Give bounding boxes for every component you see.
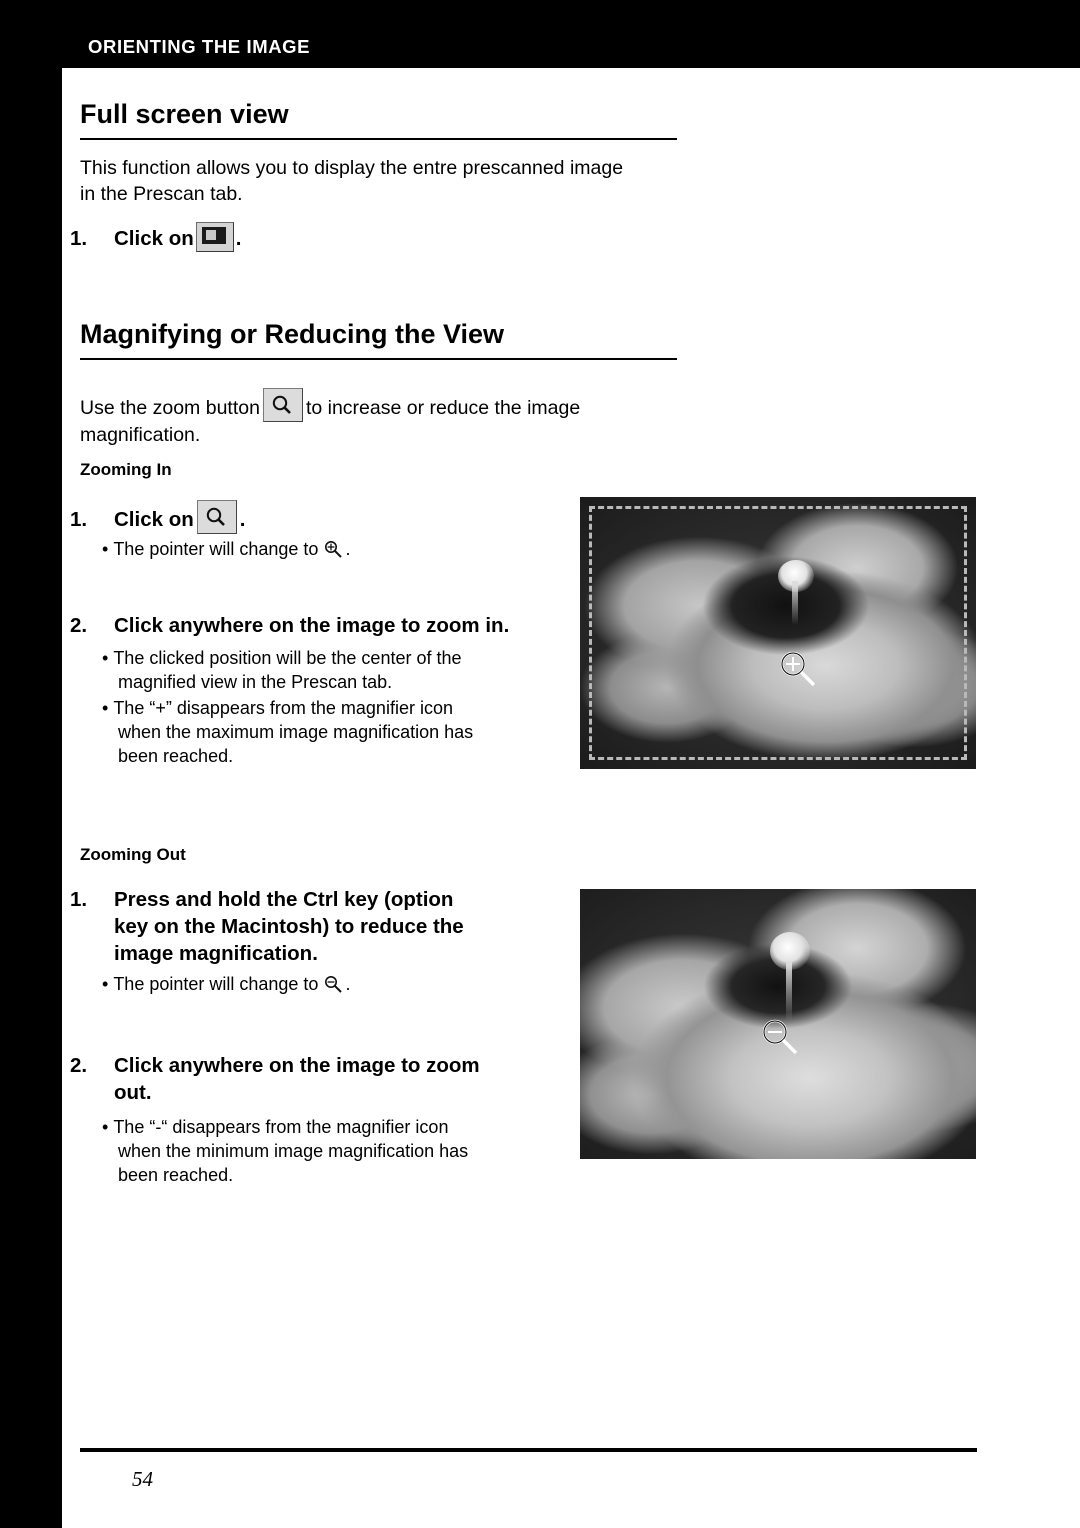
fullscreen-button-icon[interactable] — [195, 222, 234, 252]
zooming-in-bullet-1: • The clicked position will be the cente… — [102, 647, 570, 695]
zoom-in-photo-image — [580, 497, 976, 769]
magnifying-intro: Use the zoom button to increase or reduce… — [80, 388, 780, 448]
page-spine-bar — [0, 0, 62, 1528]
prescan-selection-marquee — [589, 506, 967, 760]
zooming-in-bullet-period: . — [345, 539, 351, 559]
bullet-dot: • — [102, 539, 114, 559]
heading-rule — [80, 137, 677, 141]
zooming-in-step-2-number: 2. — [70, 614, 88, 637]
zoom-button-icon-2[interactable] — [196, 500, 237, 534]
full-screen-intro: This function allows you to display the … — [80, 155, 720, 208]
zooming-out-step-1: 1. Press and hold the Ctrl key (option ke… — [70, 886, 560, 997]
zooming-in-step-1-bullet: • The pointer will change to . — [102, 538, 550, 562]
full-screen-step-1-label: Click on — [114, 227, 194, 250]
zooming-out-step-2: 2. Click anywhere on the image to zoom ou… — [70, 1052, 570, 1188]
magnifying-intro-line2: magnification. — [80, 424, 201, 446]
zooming-out-bullet-text: The pointer will change to — [113, 974, 319, 995]
full-screen-step-1-period: . — [235, 227, 242, 250]
zooming-out-step-2-text1: Click anywhere on the image to zoom — [114, 1054, 480, 1077]
zoom-out-photo-image — [580, 889, 976, 1159]
flower-stalk-2 — [785, 961, 793, 1022]
zooming-in-step-1: 1. Click on. • The pointer will change to… — [70, 500, 550, 562]
bullet-dot-5: • — [102, 1117, 114, 1138]
zooming-in-bullet-2-line1: The “+” disappears from the magnifier ic… — [113, 697, 453, 718]
zoom-in-figure — [580, 497, 976, 769]
zooming-in-bullet-2: • The “+” disappears from the magnifier … — [102, 697, 570, 769]
zooming-out-step-2-line2: out. — [114, 1081, 152, 1105]
zooming-in-bullet-1-line1: The clicked position will be the center … — [113, 648, 462, 669]
section-magnifying: Magnifying or Reducing the View — [80, 319, 980, 361]
full-screen-intro-line2: in the Prescan tab. — [80, 183, 243, 206]
zooming-in-bullet-2-line3: been reached. — [118, 745, 234, 766]
zoom-out-figure — [580, 889, 976, 1159]
zooming-out-bullet-1-line2: when the minimum image magnification has — [118, 1141, 469, 1162]
magnifier-minus-cursor-overlay-icon — [758, 1015, 804, 1061]
zooming-out-step-1-text1: Press and hold the Ctrl key (option — [114, 888, 454, 911]
heading-rule-2 — [80, 357, 677, 361]
manual-page: ORIENTING THE IMAGE Full screen view Thi… — [0, 0, 1080, 1528]
full-screen-intro-line1: This function allows you to display the … — [80, 157, 624, 179]
zooming-out-bullet-1: • The “-“ disappears from the magnifier … — [102, 1116, 570, 1188]
full-screen-view-heading: Full screen view — [80, 99, 289, 129]
zooming-in-step-2: 2. Click anywhere on the image to zoom in… — [70, 612, 570, 769]
magnifying-intro-before: Use the zoom button — [80, 397, 260, 419]
zooming-in-step-1-label: Click on — [114, 508, 194, 531]
footer-rule — [80, 1448, 977, 1452]
full-screen-step-1: 1. Click on. — [70, 222, 241, 252]
zooming-in-step-2-label: Click anywhere on the image to zoom in. — [114, 614, 510, 637]
zooming-out-subhead: Zooming Out — [80, 845, 186, 864]
zooming-in-step-1-number: 1. — [70, 508, 88, 531]
magnifier-plus-cursor-icon — [323, 539, 345, 559]
zooming-in-bullet-1-line2: magnified view in the Prescan tab. — [118, 671, 393, 692]
magnifying-intro-after: to increase or reduce the image — [305, 397, 581, 419]
zooming-out-step-1-line2: key on the Macintosh) to reduce the — [114, 915, 464, 939]
zooming-in-bullet-text: The pointer will change to — [113, 539, 319, 559]
zooming-in-subhead: Zooming In — [80, 460, 172, 479]
section-full-screen-view: Full screen view — [80, 99, 980, 141]
zooming-out-step-2-number: 2. — [70, 1054, 88, 1077]
zooming-out-step-1-bullet: • The pointer will change to . — [102, 973, 560, 997]
bullet-dot-2: • — [102, 648, 114, 669]
full-screen-step-1-number: 1. — [70, 227, 88, 250]
magnifier-minus-cursor-icon — [323, 974, 345, 994]
page-number: 54 — [132, 1467, 153, 1491]
magnifying-heading: Magnifying or Reducing the View — [80, 319, 505, 349]
bullet-dot-4: • — [102, 974, 114, 995]
zoom-button-icon[interactable] — [262, 388, 303, 422]
zooming-out-bullet-period: . — [345, 974, 351, 995]
zooming-out-step-2-line1: 2. Click anywhere on the image to zoom — [70, 1052, 570, 1079]
zooming-in-bullet-2-line2: when the maximum image magnification has — [118, 721, 474, 742]
zooming-out-step-1-line1: 1. Press and hold the Ctrl key (option — [70, 886, 560, 913]
magnifying-intro-line1: Use the zoom button to increase or reduce… — [80, 388, 780, 422]
zooming-out-bullet-1-line3: been reached. — [118, 1164, 234, 1185]
zooming-out-step-1-number: 1. — [70, 888, 88, 911]
bullet-dot-3: • — [102, 697, 114, 718]
zooming-in-step-1-period: . — [239, 508, 246, 531]
zooming-out-bullet-1-line1: The “-“ disappears from the magnifier ic… — [113, 1117, 449, 1138]
header-title: ORIENTING THE IMAGE — [88, 36, 311, 57]
zooming-out-step-1-line3: image magnification. — [114, 942, 318, 966]
